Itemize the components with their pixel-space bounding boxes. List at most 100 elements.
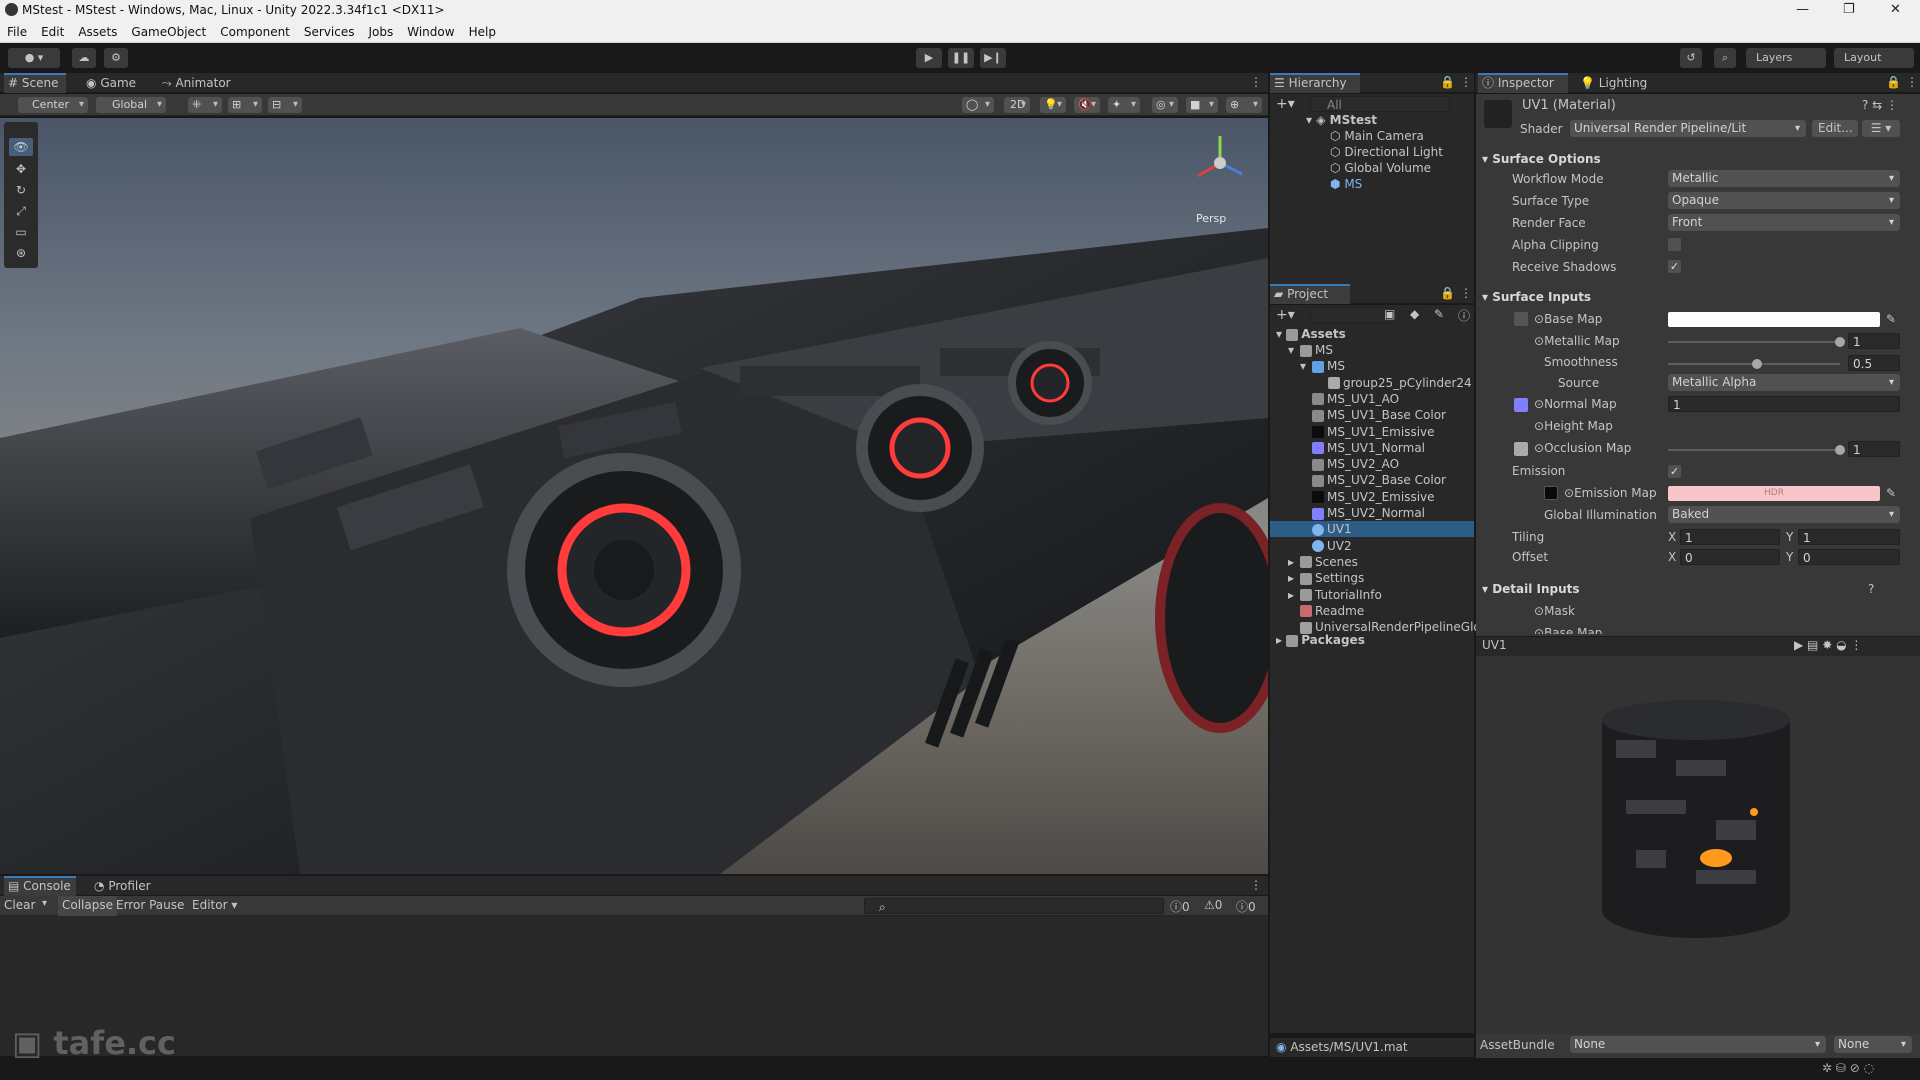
console-log-area[interactable] (0, 916, 1268, 1056)
hierarchy-add-button[interactable]: +▾ (1276, 96, 1295, 112)
base-map-color-field[interactable] (1668, 312, 1880, 327)
kebab-menu-icon[interactable]: ⋮ (1460, 286, 1472, 300)
menu-window[interactable]: Window (400, 22, 461, 39)
offset-x-field[interactable]: 0 (1680, 549, 1780, 565)
lock-icon[interactable]: 🔒 (1886, 75, 1901, 89)
menu-assets[interactable]: Assets (71, 22, 124, 39)
rect-tool-icon[interactable]: ▭ (9, 223, 33, 241)
expand-arrow-icon[interactable]: ▾ (1288, 342, 1300, 358)
menu-gameobject[interactable]: GameObject (124, 22, 213, 39)
project-item[interactable]: ▸ Scenes (1288, 554, 1358, 570)
menu-component[interactable]: Component (213, 22, 297, 39)
draw-mode-dropdown[interactable]: ◯ (962, 97, 994, 113)
surface-options-header[interactable]: ▾ Surface Options (1482, 152, 1920, 172)
project-item[interactable]: ▾ MS (1300, 358, 1345, 374)
search-icon[interactable]: ⌕ (1714, 48, 1736, 68)
info-icon[interactable]: ⓘ (1458, 307, 1470, 324)
minimize-icon[interactable]: — (1796, 2, 1809, 17)
kebab-menu-icon[interactable]: ⋮ (1460, 75, 1472, 89)
metallic-slider-knob[interactable] (1835, 337, 1845, 347)
tab-lighting[interactable]: 💡 Lighting (1576, 73, 1656, 93)
tab-game[interactable]: ◉ Game (82, 73, 146, 93)
offset-y-field[interactable]: 0 (1798, 549, 1900, 565)
favorite-icon[interactable]: ✎ (1434, 307, 1444, 321)
project-root-assets[interactable]: ▾ Assets (1276, 326, 1346, 342)
project-item[interactable]: UV2 (1300, 538, 1352, 554)
console-search-input[interactable]: ⌕ (864, 898, 1164, 914)
status-icons[interactable]: ✲ ⛁ ⊘ ◌ (1822, 1061, 1874, 1075)
scale-tool-icon[interactable]: ⤢ (9, 202, 33, 220)
2d-toggle[interactable]: 2D (1004, 97, 1030, 113)
hierarchy-item[interactable]: ⬡ Global Volume (1330, 160, 1431, 176)
tiling-y-field[interactable]: 1 (1798, 529, 1900, 545)
detail-inputs-header[interactable]: ▾ Detail Inputs (1482, 582, 1920, 602)
visibility-toggle-icon[interactable]: ◎ (1152, 97, 1178, 113)
shader-options-dropdown[interactable]: ☰ ▾ (1862, 120, 1900, 137)
project-item[interactable]: MS_UV2_Emissive (1300, 489, 1435, 505)
project-item[interactable]: MS_UV2_Normal (1300, 505, 1425, 521)
menu-help[interactable]: Help (462, 22, 503, 39)
project-item[interactable]: MS_UV1_Normal (1300, 440, 1425, 456)
lighting-toggle-icon[interactable]: 💡 (1040, 97, 1066, 113)
tab-hierarchy[interactable]: ☰ Hierarchy (1270, 73, 1360, 93)
persp-label[interactable]: Persp (1196, 212, 1226, 225)
emission-checkbox[interactable]: ✓ (1668, 465, 1681, 478)
metallic-value-field[interactable]: 1 (1848, 333, 1900, 349)
occlusion-slider-knob[interactable] (1835, 445, 1845, 455)
project-item[interactable]: MS_UV2_Base Color (1300, 472, 1446, 488)
tab-profiler[interactable]: ◔ Profiler (90, 876, 160, 896)
layout-dropdown[interactable]: Layout (1834, 48, 1914, 68)
preview-controls[interactable]: ▶ ▤ ✸ ◒ ⋮ (1794, 638, 1862, 652)
project-item[interactable]: ▸ Settings (1288, 570, 1364, 586)
scene-viewport[interactable]: 👁 ✥ ↻ ⤢ ▭ ⊛ Persp (0, 118, 1268, 874)
kebab-menu-icon[interactable]: ⋮ (1250, 75, 1262, 89)
expand-arrow-icon[interactable]: ▸ (1288, 587, 1300, 603)
smoothness-slider-knob[interactable] (1751, 359, 1762, 369)
project-item[interactable]: ▾ MS (1288, 342, 1333, 358)
tab-animator[interactable]: ⤳ Animator (158, 73, 238, 93)
grid-snap-dropdown[interactable]: ⊞ (228, 97, 262, 113)
project-search-input[interactable] (1310, 307, 1394, 323)
play-button[interactable]: ▶ (916, 48, 942, 68)
tab-project[interactable]: ▰ Project (1270, 284, 1350, 304)
console-clear-button[interactable]: Clear (4, 898, 35, 912)
tab-inspector[interactable]: ⓘ Inspector (1478, 73, 1568, 93)
console-info-count[interactable]: ⓘ0 (1170, 898, 1190, 915)
move-tool-icon[interactable]: ✥ (9, 160, 33, 178)
gizmos-dropdown[interactable]: ⊕ (1226, 97, 1262, 113)
hierarchy-search-input[interactable]: All (1310, 96, 1450, 112)
hierarchy-item[interactable]: ⬢ MS (1330, 176, 1362, 192)
project-add-button[interactable]: +▾ (1276, 307, 1295, 323)
asset-bundle-dropdown[interactable]: None (1570, 1036, 1826, 1053)
emission-color-field[interactable]: HDR (1668, 486, 1880, 501)
menu-file[interactable]: File (0, 22, 34, 39)
collab-icon[interactable]: ⚙ (104, 48, 128, 68)
pause-button[interactable]: ❚❚ (948, 48, 974, 68)
metallic-slider[interactable] (1668, 341, 1840, 343)
layers-dropdown[interactable]: Layers (1746, 48, 1826, 68)
project-item[interactable]: group25_pCylinder24 (1316, 375, 1472, 391)
normal-map-thumbnail[interactable] (1514, 398, 1528, 412)
receive-shadows-checkbox[interactable]: ✓ (1668, 260, 1681, 273)
tiling-x-field[interactable]: 1 (1680, 529, 1780, 545)
eyedropper-icon[interactable]: ✎ (1886, 312, 1896, 326)
move-snap-dropdown[interactable]: ⁜ (188, 97, 222, 113)
kebab-menu-icon[interactable]: ⋮ (1906, 75, 1918, 89)
lock-icon[interactable]: 🔒 (1440, 75, 1455, 89)
menu-edit[interactable]: Edit (34, 22, 71, 39)
orientation-gizmo-icon[interactable] (1180, 128, 1260, 198)
smoothness-value-field[interactable]: 0.5 (1848, 355, 1900, 371)
step-button[interactable]: ▶❙ (980, 48, 1006, 68)
view-tool-icon[interactable]: 👁 (9, 138, 33, 156)
console-warning-count[interactable]: ⚠0 (1204, 898, 1222, 912)
close-icon[interactable]: ✕ (1890, 2, 1901, 17)
material-header-icons[interactable]: ? ⇆ ⋮ (1862, 98, 1898, 112)
shader-dropdown[interactable]: Universal Render Pipeline/Lit (1570, 120, 1806, 137)
surface-inputs-header[interactable]: ▾ Surface Inputs (1482, 290, 1920, 310)
space-dropdown[interactable]: Global (96, 97, 166, 113)
filter-type-icon[interactable]: ▣ (1384, 307, 1395, 321)
cloud-icon[interactable]: ☁ (72, 48, 96, 68)
project-item[interactable]: ▸ TutorialInfo (1288, 587, 1382, 603)
eyedropper-icon[interactable]: ✎ (1886, 486, 1896, 500)
effects-dropdown[interactable]: ✦ (1108, 97, 1140, 113)
